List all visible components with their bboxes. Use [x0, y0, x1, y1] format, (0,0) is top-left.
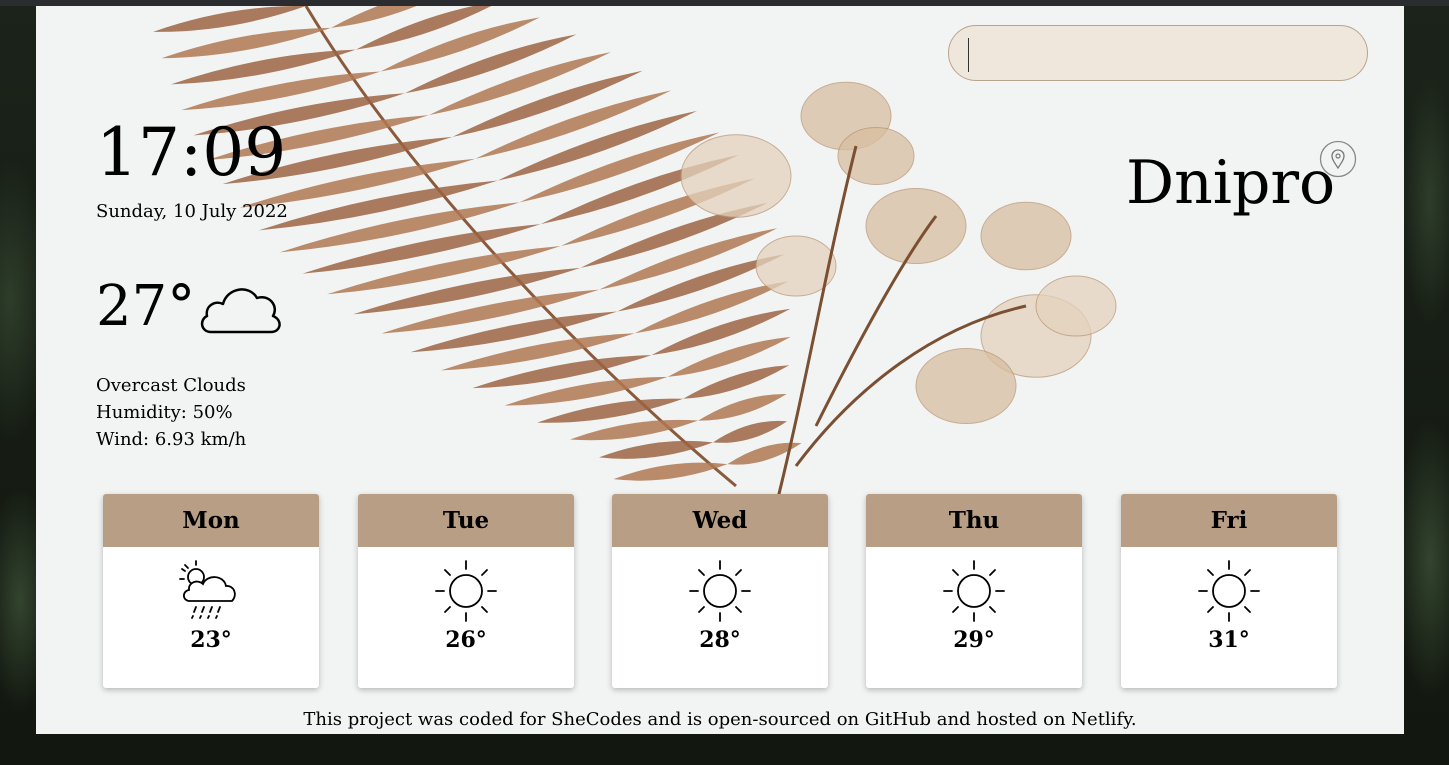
forecast-card-tue: Tue 26°: [358, 494, 574, 688]
forecast-temperature: 31°: [1208, 627, 1250, 653]
city-name: Dnipro: [1126, 148, 1336, 218]
forecast-temperature: 29°: [953, 627, 995, 653]
sun-cloud-rain-icon: [179, 560, 236, 619]
location-pin-icon[interactable]: [1319, 140, 1357, 178]
forecast-day-label: Thu: [866, 494, 1082, 547]
forecast-row: Mon 23° Tue 26° Wed 28° Thu 29° Fri 31°: [103, 494, 1337, 688]
forecast-day-label: Mon: [103, 494, 319, 547]
forecast-temperature: 28°: [699, 627, 741, 653]
forecast-day-label: Tue: [358, 494, 574, 547]
sun-icon: [943, 560, 1005, 622]
current-temperature-row: 27°: [96, 274, 283, 339]
weather-description: Overcast Clouds: [96, 375, 246, 396]
footer-text: This project was coded for SheCodes and …: [303, 709, 1137, 730]
forecast-day-label: Wed: [612, 494, 828, 547]
forecast-temperature: 23°: [190, 627, 232, 653]
current-date: Sunday, 10 July 2022: [96, 201, 288, 222]
sun-icon: [689, 560, 751, 622]
text-caret: [968, 38, 969, 72]
forecast-card-fri: Fri 31°: [1121, 494, 1337, 688]
humidity-text: Humidity: 50%: [96, 402, 233, 423]
forecast-card-wed: Wed 28°: [612, 494, 828, 688]
current-time: 17:09: [96, 114, 287, 191]
forecast-card-mon: Mon 23°: [103, 494, 319, 688]
forecast-card-thu: Thu 29°: [866, 494, 1082, 688]
cloud-icon: [201, 287, 282, 333]
footer: This project was coded for SheCodes and …: [36, 709, 1404, 730]
weather-details: Overcast Clouds Humidity: 50% Wind: 6.93…: [96, 372, 246, 453]
weather-app-card: 17:09 Sunday, 10 July 2022 27° Overcast …: [36, 6, 1404, 734]
wind-text: Wind: 6.93 km/h: [96, 429, 247, 450]
sun-icon: [435, 560, 497, 622]
sun-icon: [1198, 560, 1260, 622]
forecast-day-label: Fri: [1121, 494, 1337, 547]
current-temperature: 27°: [96, 274, 196, 339]
forecast-temperature: 26°: [445, 627, 487, 653]
city-search-input[interactable]: [948, 25, 1368, 81]
